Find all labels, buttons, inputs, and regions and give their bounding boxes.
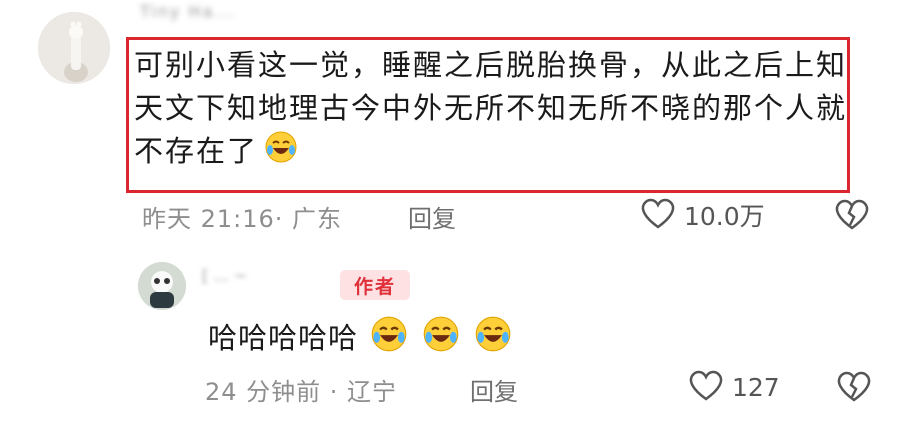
username[interactable]: [ ... ~ — [202, 266, 312, 288]
avatar[interactable] — [138, 262, 186, 310]
laughing-tears-icon — [474, 315, 512, 357]
dislike-button[interactable] — [836, 370, 872, 406]
laughing-tears-icon — [422, 315, 460, 357]
like-button[interactable]: 127 — [688, 369, 780, 405]
reply-button[interactable]: 回复 — [470, 372, 518, 407]
reply-button[interactable]: 回复 — [408, 199, 456, 234]
broken-heart-icon — [834, 199, 870, 234]
reply-row: 哈哈哈哈哈 — [208, 314, 512, 358]
like-button[interactable]: 10.0万 — [640, 197, 765, 233]
comment-meta: 昨天 21:16· 广东 — [142, 205, 343, 233]
comment-text: 哈哈哈哈哈 — [208, 321, 359, 355]
author-badge: 作者 — [340, 270, 410, 300]
comment-text: 可别小看这一觉，睡醒之后脱胎换骨，从此之后上知天文下知地理古今中外无所不知无所不… — [134, 44, 849, 176]
like-count: 127 — [732, 372, 780, 402]
dislike-button[interactable] — [834, 198, 870, 234]
heart-icon — [640, 197, 676, 233]
avatar[interactable] — [38, 12, 110, 84]
like-count: 10.0万 — [684, 202, 765, 231]
laughing-tears-icon — [370, 315, 408, 357]
laughing-tears-icon — [264, 130, 298, 176]
comment-text-content: 可别小看这一觉，睡醒之后脱胎换骨，从此之后上知天文下知地理古今中外无所不知无所不… — [134, 48, 848, 168]
username[interactable]: Tiny Ha... — [140, 2, 270, 24]
comment-meta: 24 分钟前 · 辽宁 — [205, 378, 398, 406]
broken-heart-icon — [836, 371, 872, 406]
heart-icon — [688, 369, 724, 405]
